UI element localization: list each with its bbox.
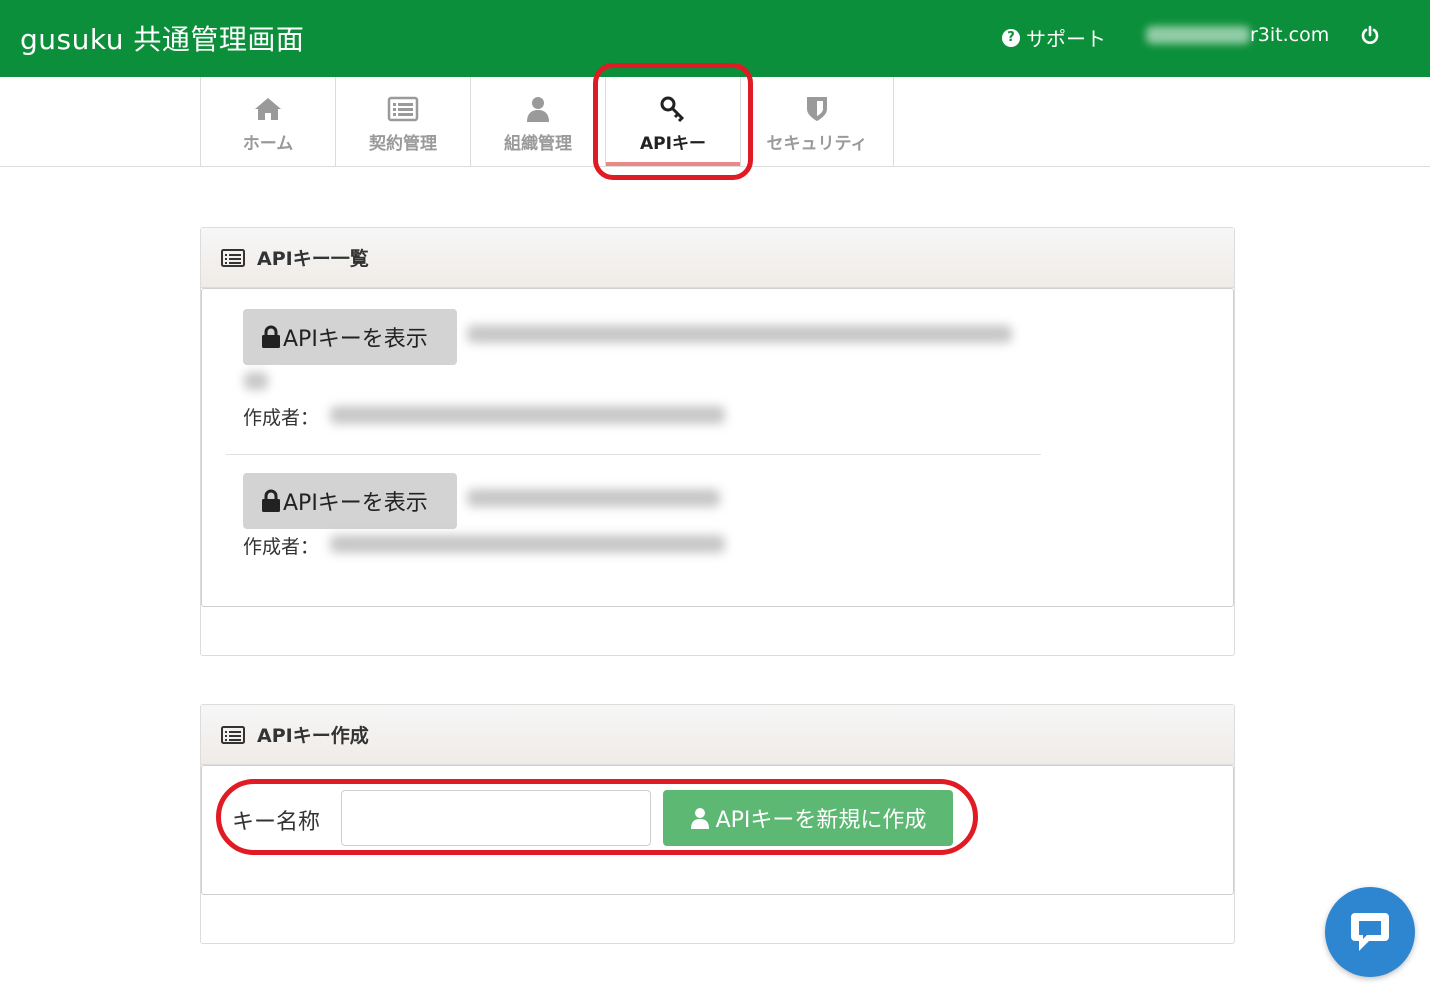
lock-icon xyxy=(262,489,280,512)
tab-home[interactable]: ホーム xyxy=(200,77,335,166)
chat-bubble-icon xyxy=(1351,913,1389,951)
redacted-key-name-overflow xyxy=(244,372,268,390)
redacted-key-name xyxy=(467,489,720,507)
key-name-label: キー名称 xyxy=(232,810,321,835)
creator-label: 作成者： xyxy=(243,536,320,558)
email-domain: r3it.com xyxy=(1250,24,1330,46)
support-link[interactable]: ? サポート xyxy=(1002,23,1106,52)
key-icon xyxy=(660,96,685,123)
tab-label: ホーム xyxy=(242,134,294,154)
api-key-create-form: キー名称 APIキーを新規に作成 xyxy=(201,765,1234,895)
question-circle-icon: ? xyxy=(1002,28,1020,47)
tab-security[interactable]: セキュリティ xyxy=(740,77,894,166)
redacted-creator xyxy=(330,535,725,553)
create-api-key-button[interactable]: APIキーを新規に作成 xyxy=(663,790,953,846)
tab-contract[interactable]: 契約管理 xyxy=(335,77,470,166)
power-icon[interactable] xyxy=(1360,25,1380,45)
contract-list-icon xyxy=(387,96,419,122)
panel-title: APIキー一覧 xyxy=(257,248,369,270)
api-key-list-panel: APIキー一覧 APIキーを表示 作成者： APIキーを表示 作成者： xyxy=(200,227,1235,656)
redacted-email-prefix xyxy=(1146,26,1250,44)
api-key-create-panel: APIキー作成 キー名称 APIキーを新規に作成 xyxy=(200,704,1235,944)
creator-label: 作成者： xyxy=(243,407,320,429)
home-icon xyxy=(255,98,281,120)
tab-label: 組織管理 xyxy=(504,134,572,154)
tab-api-key[interactable]: APIキー xyxy=(605,77,740,166)
main-tabs: ホーム 契約管理 組織管理 APIキー セキュリティ xyxy=(0,77,1430,167)
show-api-key-label: APIキーを表示 xyxy=(283,491,428,516)
list-icon xyxy=(221,248,245,267)
shield-icon xyxy=(807,97,827,121)
show-api-key-label: APIキーを表示 xyxy=(283,327,428,352)
user-email: r3it.com xyxy=(1146,24,1329,46)
user-icon xyxy=(527,97,549,122)
show-api-key-button[interactable]: APIキーを表示 xyxy=(243,309,457,365)
user-icon xyxy=(690,808,709,829)
key-name-input[interactable] xyxy=(341,790,651,846)
redacted-key-name xyxy=(467,325,1012,343)
list-icon xyxy=(221,725,245,744)
show-api-key-button[interactable]: APIキーを表示 xyxy=(243,473,457,529)
tab-label: セキュリティ xyxy=(766,134,868,154)
support-label: サポート xyxy=(1026,27,1106,51)
redacted-creator xyxy=(330,406,725,424)
tab-organization[interactable]: 組織管理 xyxy=(470,77,605,166)
active-tab-indicator xyxy=(606,162,740,166)
top-header: gusuku 共通管理画面 ? サポート r3it.com xyxy=(0,0,1430,77)
tab-label: 契約管理 xyxy=(369,134,437,154)
api-key-list: APIキーを表示 作成者： APIキーを表示 作成者： xyxy=(201,288,1234,607)
panel-title: APIキー作成 xyxy=(257,725,369,747)
panel-header: APIキー作成 xyxy=(201,705,1234,765)
item-divider xyxy=(226,454,1041,455)
lock-icon xyxy=(262,325,280,348)
create-api-key-label: APIキーを新規に作成 xyxy=(715,808,927,833)
panel-header: APIキー一覧 xyxy=(201,228,1234,288)
chat-widget-button[interactable] xyxy=(1325,887,1415,977)
tab-label: APIキー xyxy=(640,134,706,154)
app-title: gusuku 共通管理画面 xyxy=(20,23,305,56)
